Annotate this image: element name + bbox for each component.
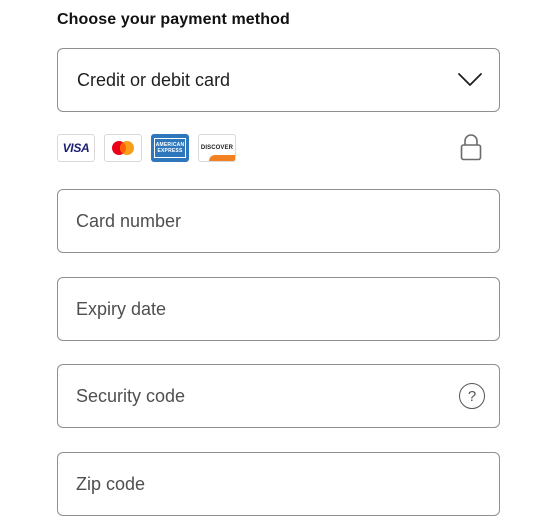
chevron-down-icon — [458, 73, 482, 86]
payment-method-selected-value: Credit or debit card — [77, 69, 231, 90]
expiry-date-field[interactable] — [57, 277, 500, 341]
payment-method-form: Choose your payment method Credit or deb… — [0, 0, 550, 531]
lock-icon — [460, 134, 482, 161]
amex-logo-line2: EXPRESS — [157, 148, 183, 154]
payment-method-select[interactable]: Credit or debit card — [57, 48, 500, 112]
discover-logo-text: DISCOVER — [200, 145, 234, 151]
card-logos: VISA AMERICAN EXPRESS DISCOVER — [57, 134, 236, 162]
visa-logo: VISA — [57, 134, 95, 162]
page-title: Choose your payment method — [57, 11, 290, 28]
discover-logo: DISCOVER — [198, 134, 236, 162]
help-icon[interactable]: ? — [459, 383, 485, 409]
security-code-input[interactable] — [76, 385, 459, 407]
mastercard-logo — [104, 134, 142, 162]
zip-code-input[interactable] — [76, 473, 485, 495]
amex-logo: AMERICAN EXPRESS — [151, 134, 189, 162]
security-code-field[interactable]: ? — [57, 364, 500, 428]
visa-logo-text: VISA — [62, 141, 90, 155]
zip-code-field[interactable] — [57, 452, 500, 516]
card-number-field[interactable] — [57, 189, 500, 253]
discover-logo-bar — [209, 155, 235, 161]
card-number-input[interactable] — [76, 210, 485, 232]
expiry-date-input[interactable] — [76, 298, 485, 320]
mastercard-circles — [112, 141, 134, 155]
